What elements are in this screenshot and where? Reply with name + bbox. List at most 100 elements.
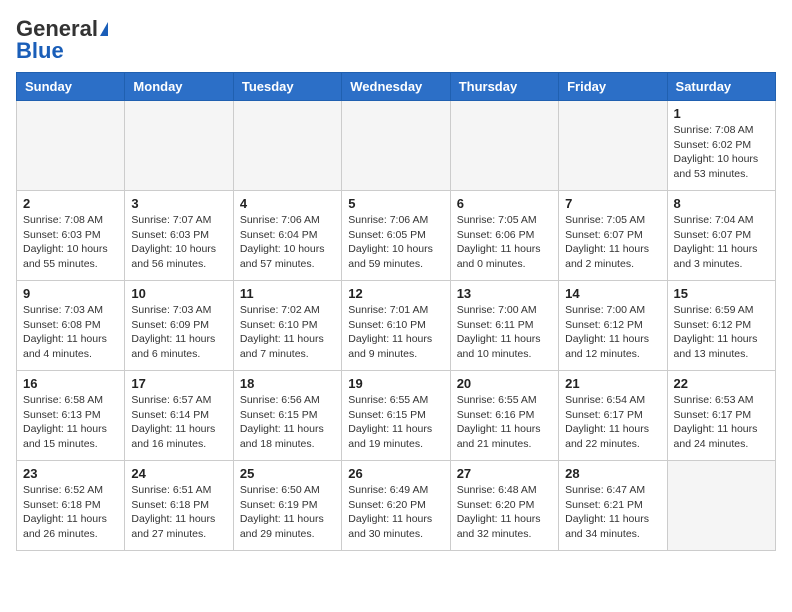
day-number: 17 xyxy=(131,376,226,391)
day-number: 24 xyxy=(131,466,226,481)
day-number: 4 xyxy=(240,196,335,211)
calendar-cell xyxy=(450,101,558,191)
day-number: 27 xyxy=(457,466,552,481)
calendar-cell: 9Sunrise: 7:03 AM Sunset: 6:08 PM Daylig… xyxy=(17,281,125,371)
day-info: Sunrise: 7:04 AM Sunset: 6:07 PM Dayligh… xyxy=(674,213,769,272)
day-info: Sunrise: 6:52 AM Sunset: 6:18 PM Dayligh… xyxy=(23,483,118,542)
logo: General Blue xyxy=(16,16,108,64)
calendar-cell xyxy=(125,101,233,191)
day-info: Sunrise: 7:00 AM Sunset: 6:11 PM Dayligh… xyxy=(457,303,552,362)
day-info: Sunrise: 6:57 AM Sunset: 6:14 PM Dayligh… xyxy=(131,393,226,452)
day-info: Sunrise: 6:55 AM Sunset: 6:16 PM Dayligh… xyxy=(457,393,552,452)
calendar-cell: 11 Sunrise: 7:02 AM Sunset: 6:10 PM Dayli… xyxy=(233,281,341,371)
calendar-cell: 8 Sunrise: 7:04 AM Sunset: 6:07 PM Daylig… xyxy=(667,191,775,281)
day-number: 18 xyxy=(240,376,335,391)
calendar-header-row: SundayMondayTuesdayWednesdayThursdayFrid… xyxy=(17,73,776,101)
calendar-cell: 7 Sunrise: 7:05 AM Sunset: 6:07 PM Daylig… xyxy=(559,191,667,281)
day-info: Sunrise: 6:59 AM Sunset: 6:12 PM Dayligh… xyxy=(674,303,769,362)
calendar-cell: 19 Sunrise: 6:55 AM Sunset: 6:15 PM Dayli… xyxy=(342,371,450,461)
day-info: Sunrise: 6:49 AM Sunset: 6:20 PM Dayligh… xyxy=(348,483,443,542)
day-header-tuesday: Tuesday xyxy=(233,73,341,101)
day-info: Sunrise: 7:01 AM Sunset: 6:10 PM Dayligh… xyxy=(348,303,443,362)
day-info: Sunrise: 7:06 AM Sunset: 6:04 PM Dayligh… xyxy=(240,213,335,272)
calendar-week-1: 1 Sunrise: 7:08 AM Sunset: 6:02 PM Daylig… xyxy=(17,101,776,191)
day-number: 15 xyxy=(674,286,769,301)
day-number: 21 xyxy=(565,376,660,391)
calendar-cell: 10 Sunrise: 7:03 AM Sunset: 6:09 PM Dayli… xyxy=(125,281,233,371)
logo-blue-text: Blue xyxy=(16,38,64,64)
day-number: 1 xyxy=(674,106,769,121)
calendar-cell: 1 Sunrise: 7:08 AM Sunset: 6:02 PM Daylig… xyxy=(667,101,775,191)
calendar-cell: 17 Sunrise: 6:57 AM Sunset: 6:14 PM Dayli… xyxy=(125,371,233,461)
calendar-cell: 4 Sunrise: 7:06 AM Sunset: 6:04 PM Daylig… xyxy=(233,191,341,281)
day-header-sunday: Sunday xyxy=(17,73,125,101)
calendar-cell: 23 Sunrise: 6:52 AM Sunset: 6:18 PM Dayli… xyxy=(17,461,125,551)
calendar-cell: 25 Sunrise: 6:50 AM Sunset: 6:19 PM Dayli… xyxy=(233,461,341,551)
calendar-cell: 18Sunrise: 6:56 AM Sunset: 6:15 PM Dayli… xyxy=(233,371,341,461)
calendar-cell: 28 Sunrise: 6:47 AM Sunset: 6:21 PM Dayli… xyxy=(559,461,667,551)
calendar-cell xyxy=(233,101,341,191)
day-info: Sunrise: 7:07 AM Sunset: 6:03 PM Dayligh… xyxy=(131,213,226,272)
day-header-thursday: Thursday xyxy=(450,73,558,101)
calendar-cell: 6Sunrise: 7:05 AM Sunset: 6:06 PM Daylig… xyxy=(450,191,558,281)
day-info: Sunrise: 7:03 AM Sunset: 6:09 PM Dayligh… xyxy=(131,303,226,362)
day-info: Sunrise: 6:50 AM Sunset: 6:19 PM Dayligh… xyxy=(240,483,335,542)
day-number: 22 xyxy=(674,376,769,391)
day-number: 2 xyxy=(23,196,118,211)
day-number: 16 xyxy=(23,376,118,391)
calendar-cell: 20 Sunrise: 6:55 AM Sunset: 6:16 PM Dayli… xyxy=(450,371,558,461)
calendar-cell: 13Sunrise: 7:00 AM Sunset: 6:11 PM Dayli… xyxy=(450,281,558,371)
day-info: Sunrise: 7:08 AM Sunset: 6:02 PM Dayligh… xyxy=(674,123,769,182)
day-info: Sunrise: 6:53 AM Sunset: 6:17 PM Dayligh… xyxy=(674,393,769,452)
day-number: 23 xyxy=(23,466,118,481)
calendar-cell: 16 Sunrise: 6:58 AM Sunset: 6:13 PM Dayli… xyxy=(17,371,125,461)
calendar-cell: 22 Sunrise: 6:53 AM Sunset: 6:17 PM Dayli… xyxy=(667,371,775,461)
day-header-friday: Friday xyxy=(559,73,667,101)
calendar-cell: 14 Sunrise: 7:00 AM Sunset: 6:12 PM Dayli… xyxy=(559,281,667,371)
calendar-cell: 15 Sunrise: 6:59 AM Sunset: 6:12 PM Dayli… xyxy=(667,281,775,371)
day-number: 11 xyxy=(240,286,335,301)
day-info: Sunrise: 7:02 AM Sunset: 6:10 PM Dayligh… xyxy=(240,303,335,362)
calendar-cell: 2 Sunrise: 7:08 AM Sunset: 6:03 PM Daylig… xyxy=(17,191,125,281)
day-info: Sunrise: 6:54 AM Sunset: 6:17 PM Dayligh… xyxy=(565,393,660,452)
day-number: 10 xyxy=(131,286,226,301)
calendar-cell xyxy=(342,101,450,191)
day-number: 25 xyxy=(240,466,335,481)
page-header: General Blue xyxy=(16,16,776,64)
calendar-cell xyxy=(559,101,667,191)
day-info: Sunrise: 6:48 AM Sunset: 6:20 PM Dayligh… xyxy=(457,483,552,542)
calendar-week-4: 16 Sunrise: 6:58 AM Sunset: 6:13 PM Dayli… xyxy=(17,371,776,461)
day-header-saturday: Saturday xyxy=(667,73,775,101)
calendar-cell: 3 Sunrise: 7:07 AM Sunset: 6:03 PM Daylig… xyxy=(125,191,233,281)
day-header-wednesday: Wednesday xyxy=(342,73,450,101)
day-number: 12 xyxy=(348,286,443,301)
day-number: 5 xyxy=(348,196,443,211)
day-number: 19 xyxy=(348,376,443,391)
day-info: Sunrise: 6:47 AM Sunset: 6:21 PM Dayligh… xyxy=(565,483,660,542)
day-info: Sunrise: 7:08 AM Sunset: 6:03 PM Dayligh… xyxy=(23,213,118,272)
day-number: 28 xyxy=(565,466,660,481)
calendar-week-3: 9Sunrise: 7:03 AM Sunset: 6:08 PM Daylig… xyxy=(17,281,776,371)
day-info: Sunrise: 7:05 AM Sunset: 6:06 PM Dayligh… xyxy=(457,213,552,272)
logo-triangle-icon xyxy=(100,22,108,36)
day-info: Sunrise: 6:55 AM Sunset: 6:15 PM Dayligh… xyxy=(348,393,443,452)
day-number: 14 xyxy=(565,286,660,301)
calendar-cell: 26 Sunrise: 6:49 AM Sunset: 6:20 PM Dayli… xyxy=(342,461,450,551)
day-number: 7 xyxy=(565,196,660,211)
calendar-week-2: 2 Sunrise: 7:08 AM Sunset: 6:03 PM Daylig… xyxy=(17,191,776,281)
day-info: Sunrise: 7:05 AM Sunset: 6:07 PM Dayligh… xyxy=(565,213,660,272)
day-number: 20 xyxy=(457,376,552,391)
day-number: 26 xyxy=(348,466,443,481)
calendar-cell xyxy=(17,101,125,191)
calendar-cell: 27 Sunrise: 6:48 AM Sunset: 6:20 PM Dayli… xyxy=(450,461,558,551)
day-number: 3 xyxy=(131,196,226,211)
day-info: Sunrise: 6:58 AM Sunset: 6:13 PM Dayligh… xyxy=(23,393,118,452)
day-info: Sunrise: 7:00 AM Sunset: 6:12 PM Dayligh… xyxy=(565,303,660,362)
day-number: 9 xyxy=(23,286,118,301)
day-number: 8 xyxy=(674,196,769,211)
day-info: Sunrise: 7:06 AM Sunset: 6:05 PM Dayligh… xyxy=(348,213,443,272)
calendar-cell: 12 Sunrise: 7:01 AM Sunset: 6:10 PM Dayli… xyxy=(342,281,450,371)
calendar-table: SundayMondayTuesdayWednesdayThursdayFrid… xyxy=(16,72,776,551)
calendar-week-5: 23 Sunrise: 6:52 AM Sunset: 6:18 PM Dayli… xyxy=(17,461,776,551)
calendar-cell: 21 Sunrise: 6:54 AM Sunset: 6:17 PM Dayli… xyxy=(559,371,667,461)
